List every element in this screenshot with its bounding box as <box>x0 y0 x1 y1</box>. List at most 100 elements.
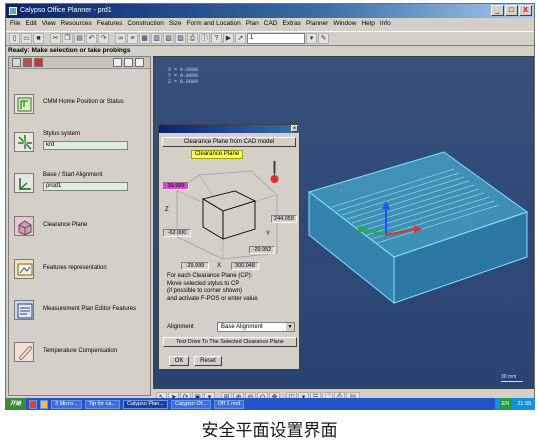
lp-clearance-plane[interactable]: Clearance Plane <box>12 213 150 243</box>
menu-cad[interactable]: CAD <box>264 18 278 30</box>
help-icon[interactable]: ? <box>211 33 222 44</box>
chart-icon[interactable]: ▨ <box>175 33 186 44</box>
cp-top-value[interactable]: 39.999 <box>163 182 189 190</box>
language-indicator[interactable]: EN <box>498 398 513 410</box>
quicklaunch-icon[interactable] <box>29 399 38 409</box>
dialog-close-button[interactable]: × <box>291 125 298 132</box>
menu-resources[interactable]: Resources <box>61 18 92 30</box>
alignment-axes-icon <box>14 173 34 193</box>
cp-left-value[interactable]: -62.000 <box>163 229 191 237</box>
app-icon <box>9 7 17 15</box>
dropdown-icon[interactable]: ▾ <box>306 33 317 44</box>
window-title: Calypso Office Planner - prd1 <box>20 7 112 14</box>
cp-bottom-right-value[interactable]: 300.048 <box>231 262 259 270</box>
arrow-icon[interactable]: ➚ <box>235 33 246 44</box>
info-icon[interactable]: ⓘ <box>199 33 210 44</box>
panel-tool-icon[interactable] <box>124 58 133 67</box>
stylus-field[interactable]: krd <box>43 141 128 150</box>
start-run-icon[interactable]: ▶ <box>223 33 234 44</box>
print-icon[interactable]: ⎙ <box>187 33 198 44</box>
new-file-icon[interactable]: ▯ <box>9 33 20 44</box>
instruction-line: Move selected stylus to CP <box>167 280 240 287</box>
lp-base-alignment[interactable]: Base / Start Alignment prod1 <box>12 170 150 200</box>
edit-pen-icon[interactable]: ✎ <box>318 33 329 44</box>
menu-help[interactable]: Help <box>361 18 374 30</box>
main-toolbar: ▯ ▭ ■ ✂ ❐ ▤ ↶ ↷ ∞ ≡ ▦ ▥ ▧ ▨ ⎙ ⓘ ? ▶ ➚ 1 … <box>6 31 534 46</box>
clearance-from-cad-button[interactable]: Clearance Plane from CAD model <box>162 137 296 147</box>
report-icon[interactable]: ▧ <box>163 33 174 44</box>
reset-button[interactable]: Reset <box>194 356 222 366</box>
dialog-instructions: For each Clearance Plane (CP): Move sele… <box>167 273 258 303</box>
plan-editor-icon <box>14 300 34 320</box>
cp-right-low-value[interactable]: -29.952 <box>249 246 275 254</box>
task-item[interactable]: Off 1 rest <box>213 399 245 409</box>
lp-item-label: Measurement Plan Editor Features <box>43 306 137 312</box>
undo-icon[interactable]: ↶ <box>86 33 97 44</box>
paste-icon[interactable]: ▤ <box>74 33 85 44</box>
task-item[interactable]: Calypso Of... <box>170 399 211 409</box>
title-bar: Calypso Office Planner - prd1 _ □ X <box>6 4 534 18</box>
maximize-button[interactable]: □ <box>505 5 518 16</box>
panel-tool-icon[interactable] <box>23 58 32 67</box>
status-line: Ready: Make selection or take probings <box>8 47 131 54</box>
menu-file[interactable]: File <box>10 18 20 30</box>
stylus-icon <box>14 132 34 152</box>
table-icon[interactable]: ▥ <box>151 33 162 44</box>
menu-plan[interactable]: Plan <box>246 18 259 30</box>
close-button[interactable]: X <box>519 5 532 16</box>
cp-bottom-left-value[interactable]: -29.999 <box>181 262 209 270</box>
axis-y-label: Y <box>266 231 271 237</box>
menu-construction[interactable]: Construction <box>127 18 164 30</box>
binoculars-icon[interactable]: ∞ <box>115 33 126 44</box>
lp-stylus-system[interactable]: Stylus system krd <box>12 129 150 159</box>
start-button[interactable]: 开始 <box>5 398 27 410</box>
lp-plan-editor-features[interactable]: Measurement Plan Editor Features <box>12 297 150 327</box>
task-item[interactable]: Calypso Plan... <box>122 399 168 409</box>
alignment-select[interactable]: Base Alignment ▼ <box>217 322 295 332</box>
lp-temperature-compensation[interactable]: Temperature Compensation <box>12 339 150 369</box>
ok-button[interactable]: OK <box>169 356 189 366</box>
quicklaunch-icon[interactable] <box>40 399 49 409</box>
menu-edit[interactable]: Edit <box>25 18 36 30</box>
cp-right-value[interactable]: 244.059 <box>271 215 297 223</box>
open-folder-icon[interactable]: ▭ <box>21 33 32 44</box>
menu-info[interactable]: Info <box>380 18 391 30</box>
menu-size[interactable]: Size <box>169 18 182 30</box>
menu-bar: File Edit View Resources Features Constr… <box>6 18 534 30</box>
grid-icon[interactable]: ▦ <box>139 33 150 44</box>
panel-tool-icon[interactable] <box>113 58 122 67</box>
test-drive-button[interactable]: Test Drive To The Selected Clearance Pla… <box>163 337 297 347</box>
mode-combo[interactable]: 1 <box>247 33 305 44</box>
clock: 21:39 <box>517 401 531 407</box>
menu-planner[interactable]: Planner <box>306 18 328 30</box>
task-item[interactable]: 3 Micro... <box>51 399 82 409</box>
panel-tool-icon[interactable] <box>12 58 21 67</box>
panel-tool-icon[interactable] <box>135 58 144 67</box>
axis-x-label: X <box>217 263 222 269</box>
instruction-line: (if possible to corner shown) <box>167 288 243 294</box>
menu-form-location[interactable]: Form and Location <box>187 18 241 30</box>
instruction-line: and activate F-POS or enter value <box>167 295 258 302</box>
windows-taskbar: 开始 3 Micro... Tip for ca... Calypso Plan… <box>5 398 535 410</box>
redo-icon[interactable]: ↷ <box>98 33 109 44</box>
thermometer-icon <box>14 342 34 362</box>
menu-extras[interactable]: Extras <box>283 18 301 30</box>
menu-window[interactable]: Window <box>333 18 356 30</box>
copy-icon[interactable]: ❐ <box>62 33 73 44</box>
instruction-line: For each Clearance Plane (CP): <box>167 273 253 279</box>
alignment-field[interactable]: prod1 <box>43 182 128 191</box>
left-panel-toolbar <box>9 57 150 69</box>
minimize-button[interactable]: _ <box>491 5 504 16</box>
panel-tool-icon[interactable] <box>34 58 43 67</box>
task-item[interactable]: Tip for ca... <box>84 399 120 409</box>
feature-list-icon[interactable]: ≡ <box>127 33 138 44</box>
save-icon[interactable]: ■ <box>33 33 44 44</box>
axis-z-label: Z <box>165 207 169 213</box>
lp-features-representation[interactable]: Features representation <box>12 256 150 286</box>
cut-icon[interactable]: ✂ <box>50 33 61 44</box>
chevron-down-icon[interactable]: ▼ <box>286 323 294 331</box>
lp-cmm-home[interactable]: CMM Home Position or Status <box>12 91 150 121</box>
lp-item-label: CMM Home Position or Status <box>43 99 124 105</box>
menu-view[interactable]: View <box>42 18 56 30</box>
menu-features[interactable]: Features <box>97 18 123 30</box>
